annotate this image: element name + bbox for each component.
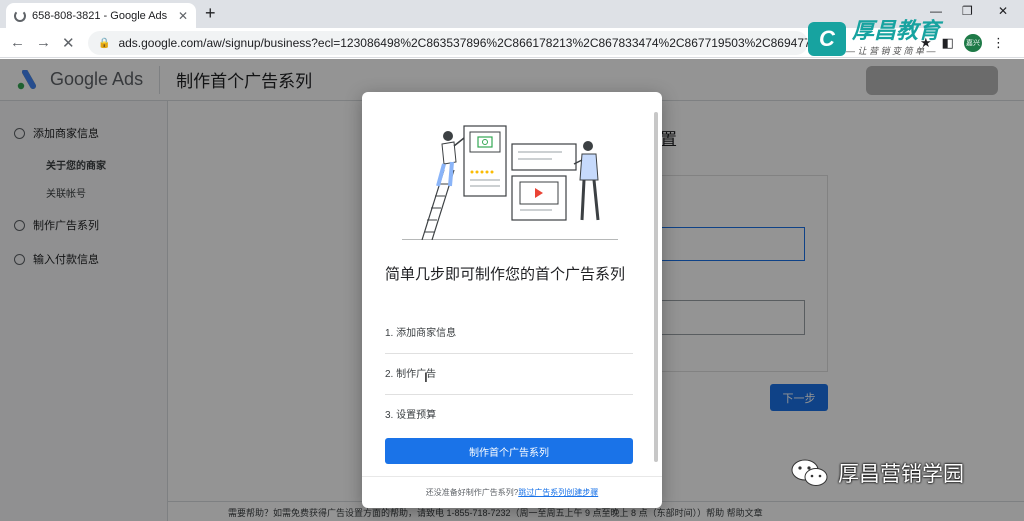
wechat-icon bbox=[791, 459, 828, 486]
dialog-step-item: 2. 制作广告 bbox=[385, 365, 633, 395]
address-bar[interactable]: 🔒 ads.google.com/aw/signup/business?ecl=… bbox=[88, 31, 808, 55]
text-cursor-icon: I bbox=[424, 369, 428, 385]
stop-loading-button[interactable]: ✕ bbox=[62, 34, 75, 52]
brand-watermark: C 厚昌教育 — 让 营 销 变 简 单 — bbox=[808, 20, 940, 57]
illustration-icon bbox=[402, 125, 618, 240]
footer-prompt: 还没准备好制作广告系列? bbox=[425, 488, 519, 497]
wechat-watermark: 厚昌营销学园 bbox=[790, 458, 964, 488]
minimize-icon[interactable]: — bbox=[930, 4, 942, 18]
tab-title: 658-808-3821 - Google Ads bbox=[32, 9, 168, 22]
dialog-footer: 还没准备好制作广告系列? 跳过广告系列创建步骤 bbox=[362, 476, 662, 508]
forward-button[interactable]: → bbox=[36, 34, 51, 51]
close-tab-icon[interactable]: ✕ bbox=[178, 9, 188, 23]
dialog-step-item: 3. 设置预算 bbox=[385, 410, 437, 421]
create-campaign-button[interactable]: 制作首个广告系列 bbox=[385, 438, 633, 464]
brand-name: 厚昌教育 bbox=[852, 18, 941, 43]
wechat-account-name: 厚昌营销学园 bbox=[838, 463, 964, 486]
close-window-icon[interactable]: ✕ bbox=[998, 4, 1008, 18]
url-text: ads.google.com/aw/signup/business?ecl=12… bbox=[118, 36, 808, 50]
puzzle-icon[interactable]: ◧ bbox=[942, 35, 954, 51]
skip-campaign-link[interactable]: 跳过广告系列创建步骤 bbox=[518, 487, 598, 498]
dialog-step-item: 1. 添加商家信息 bbox=[385, 324, 633, 354]
browser-tab[interactable]: 658-808-3821 - Google Ads ✕ bbox=[6, 3, 196, 28]
brand-slogan: — 让 营 销 变 简 单 — bbox=[846, 46, 936, 56]
profile-avatar[interactable]: 嘉兴 bbox=[963, 34, 982, 52]
welcome-dialog: 简单几步即可制作您的首个广告系列 1. 添加商家信息 2. 制作广告 3. 设置… bbox=[362, 92, 662, 508]
lock-icon: 🔒 bbox=[98, 37, 111, 49]
dialog-scrollbar[interactable] bbox=[654, 112, 658, 462]
dialog-title: 简单几步即可制作您的首个广告系列 bbox=[385, 266, 626, 283]
brand-logo-icon: C bbox=[808, 21, 846, 56]
back-button[interactable]: ← bbox=[10, 34, 25, 51]
new-tab-button[interactable]: + bbox=[205, 3, 216, 24]
menu-icon[interactable]: ⋮ bbox=[992, 35, 1005, 51]
loading-icon bbox=[14, 9, 26, 22]
restore-icon[interactable]: ❐ bbox=[962, 4, 973, 18]
